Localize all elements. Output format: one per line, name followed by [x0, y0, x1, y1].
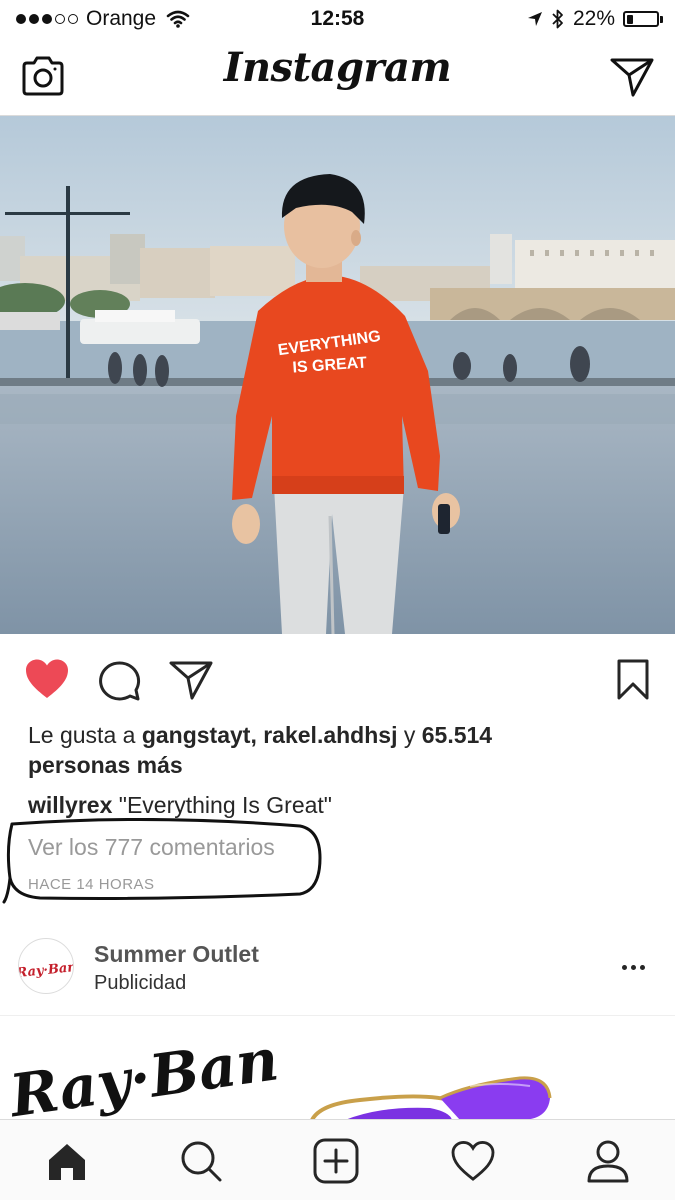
sponsored-label: Publicidad [94, 972, 187, 994]
rayban-logo: Ray·Ban [4, 1025, 283, 1120]
save-button[interactable] [615, 658, 651, 702]
likes-suffix[interactable]: personas más [28, 752, 183, 778]
battery-fill [626, 14, 633, 24]
share-button[interactable] [168, 658, 214, 702]
post-photo[interactable]: EVERYTHING IS GREAT [0, 116, 675, 634]
post-action-bar [0, 650, 675, 706]
tab-profile[interactable] [585, 1138, 631, 1184]
likes-count[interactable]: 65.514 [422, 722, 492, 748]
likes-and: y [403, 722, 416, 748]
battery-percent: 22% [572, 7, 615, 30]
more-dot-icon [639, 964, 645, 970]
rayban-avatar-logo: Ray·Ban [19, 960, 74, 981]
search-icon [181, 1141, 222, 1182]
comment-bubble-icon [99, 661, 141, 701]
status-right: 22% [527, 7, 663, 31]
tab-new-post[interactable] [313, 1138, 359, 1184]
post-caption: willyrex "Everything Is Great" [28, 790, 648, 820]
liker-link-2[interactable]: rakel.ahdhsj [263, 722, 397, 748]
bottom-tab-bar [0, 1119, 675, 1200]
more-dot-icon [630, 964, 636, 970]
sponsored-post-header: Ray·Ban Summer Outlet Publicidad [0, 930, 675, 1016]
hand-drawn-highlight [2, 818, 322, 904]
heart-filled-icon [26, 659, 68, 698]
liker-link-1[interactable]: gangstayt [142, 722, 251, 748]
tab-activity[interactable] [450, 1138, 496, 1184]
paper-plane-icon [610, 58, 654, 97]
like-button[interactable] [24, 658, 70, 700]
svg-text:Ray·Ban: Ray·Ban [19, 960, 74, 981]
app-header: Instagram [0, 38, 675, 116]
post-photo-image: EVERYTHING IS GREAT [0, 116, 675, 634]
more-options-button[interactable] [613, 952, 653, 982]
add-post-icon [313, 1138, 359, 1184]
likes-summary: Le gusta a gangstayt, rakel.ahdhsj y 65.… [28, 720, 628, 780]
status-bar: Orange 12:58 22% [0, 0, 675, 38]
likes-prefix: Le gusta a [28, 722, 136, 748]
location-arrow-icon [527, 12, 542, 26]
paper-plane-icon [169, 661, 213, 700]
tab-search[interactable] [178, 1138, 224, 1184]
ad-image-graphic: Ray·Ban [4, 1025, 552, 1120]
comment-button[interactable] [96, 658, 142, 702]
instagram-logo: Instagram [223, 44, 452, 91]
author-username[interactable]: willyrex [28, 792, 112, 818]
profile-icon [587, 1140, 629, 1183]
direct-message-button[interactable] [609, 56, 655, 98]
likes-separator: , [250, 722, 257, 748]
bookmark-icon [617, 659, 649, 700]
battery-icon [623, 11, 663, 27]
tab-home[interactable] [44, 1138, 90, 1184]
ad-image[interactable]: Ray·Ban [0, 1016, 675, 1120]
sponsor-avatar[interactable]: Ray·Ban [18, 938, 74, 994]
caption-text: "Everything Is Great" [118, 792, 332, 818]
heart-outline-icon [451, 1141, 495, 1181]
bluetooth-icon [552, 9, 563, 29]
sponsor-name[interactable]: Summer Outlet [94, 941, 259, 968]
more-dot-icon [621, 964, 627, 970]
home-icon [49, 1144, 85, 1180]
